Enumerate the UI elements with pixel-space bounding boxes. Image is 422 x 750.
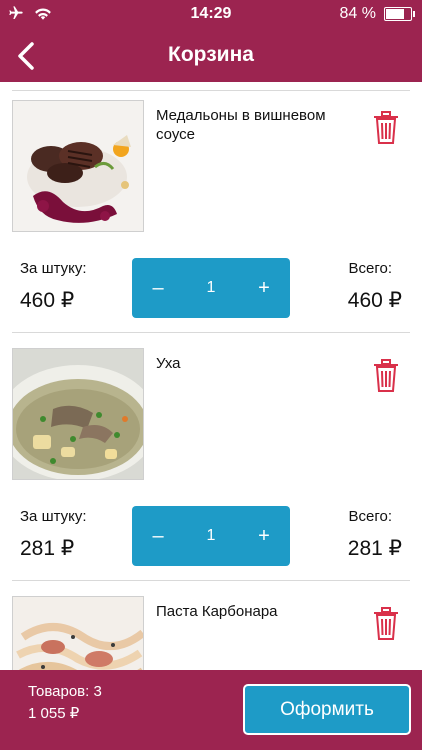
quantity-stepper[interactable]: – 1 + — [132, 258, 290, 318]
dish-photo — [13, 597, 143, 670]
divider — [12, 332, 410, 333]
dish-name: Медальоны в вишневом соусе — [156, 107, 326, 143]
unit-price-label: За штуку: — [20, 260, 87, 277]
decrement-button[interactable]: – — [132, 258, 184, 318]
battery-icon — [384, 7, 415, 21]
unit-price-label: За штуку: — [20, 508, 87, 525]
checkout-button[interactable]: Оформить — [243, 684, 411, 735]
delete-button[interactable] — [372, 606, 400, 642]
dish-name: Паста Карбонара — [156, 603, 278, 620]
total-label: Всего: — [348, 508, 393, 525]
dish-image-ukha — [12, 348, 144, 480]
unit-price: 460 ₽ — [20, 289, 75, 312]
trash-icon — [374, 111, 398, 144]
status-right: 84 % — [339, 5, 415, 23]
status-bar: 14:29 84 % — [0, 0, 422, 28]
increment-button[interactable]: + — [238, 506, 290, 566]
increment-button[interactable]: + — [238, 258, 290, 318]
trash-icon — [374, 607, 398, 640]
page-title: Корзина — [168, 43, 254, 66]
delete-button[interactable] — [372, 358, 400, 394]
items-count: Товаров: 3 — [28, 683, 102, 700]
cart-list[interactable]: Медальоны в вишневом соусе За штуку: 460… — [0, 82, 422, 670]
delete-button[interactable] — [372, 110, 400, 146]
nav-bar: Корзина — [0, 28, 422, 82]
dish-image-carbonara — [12, 596, 144, 670]
total-price: 281 ₽ — [347, 537, 402, 560]
dish-photo — [13, 349, 143, 479]
dish-name: Уха — [156, 355, 181, 372]
trash-icon — [374, 359, 398, 392]
total-price: 460 ₽ — [347, 289, 402, 312]
quantity-stepper[interactable]: – 1 + — [132, 506, 290, 566]
dish-photo — [13, 101, 143, 231]
quantity-value: 1 — [206, 527, 216, 544]
divider — [12, 90, 410, 91]
divider — [12, 580, 410, 581]
battery-fill — [386, 9, 405, 19]
dish-image-medallions — [12, 100, 144, 232]
battery-percent: 84 % — [339, 5, 376, 22]
cart-total: 1 055 ₽ — [28, 705, 80, 722]
total-label: Всего: — [348, 260, 393, 277]
quantity-value: 1 — [206, 279, 216, 296]
decrement-button[interactable]: – — [132, 506, 184, 566]
unit-price: 281 ₽ — [20, 537, 75, 560]
cart-summary-bar: Товаров: 3 1 055 ₽ Оформить — [0, 670, 422, 750]
